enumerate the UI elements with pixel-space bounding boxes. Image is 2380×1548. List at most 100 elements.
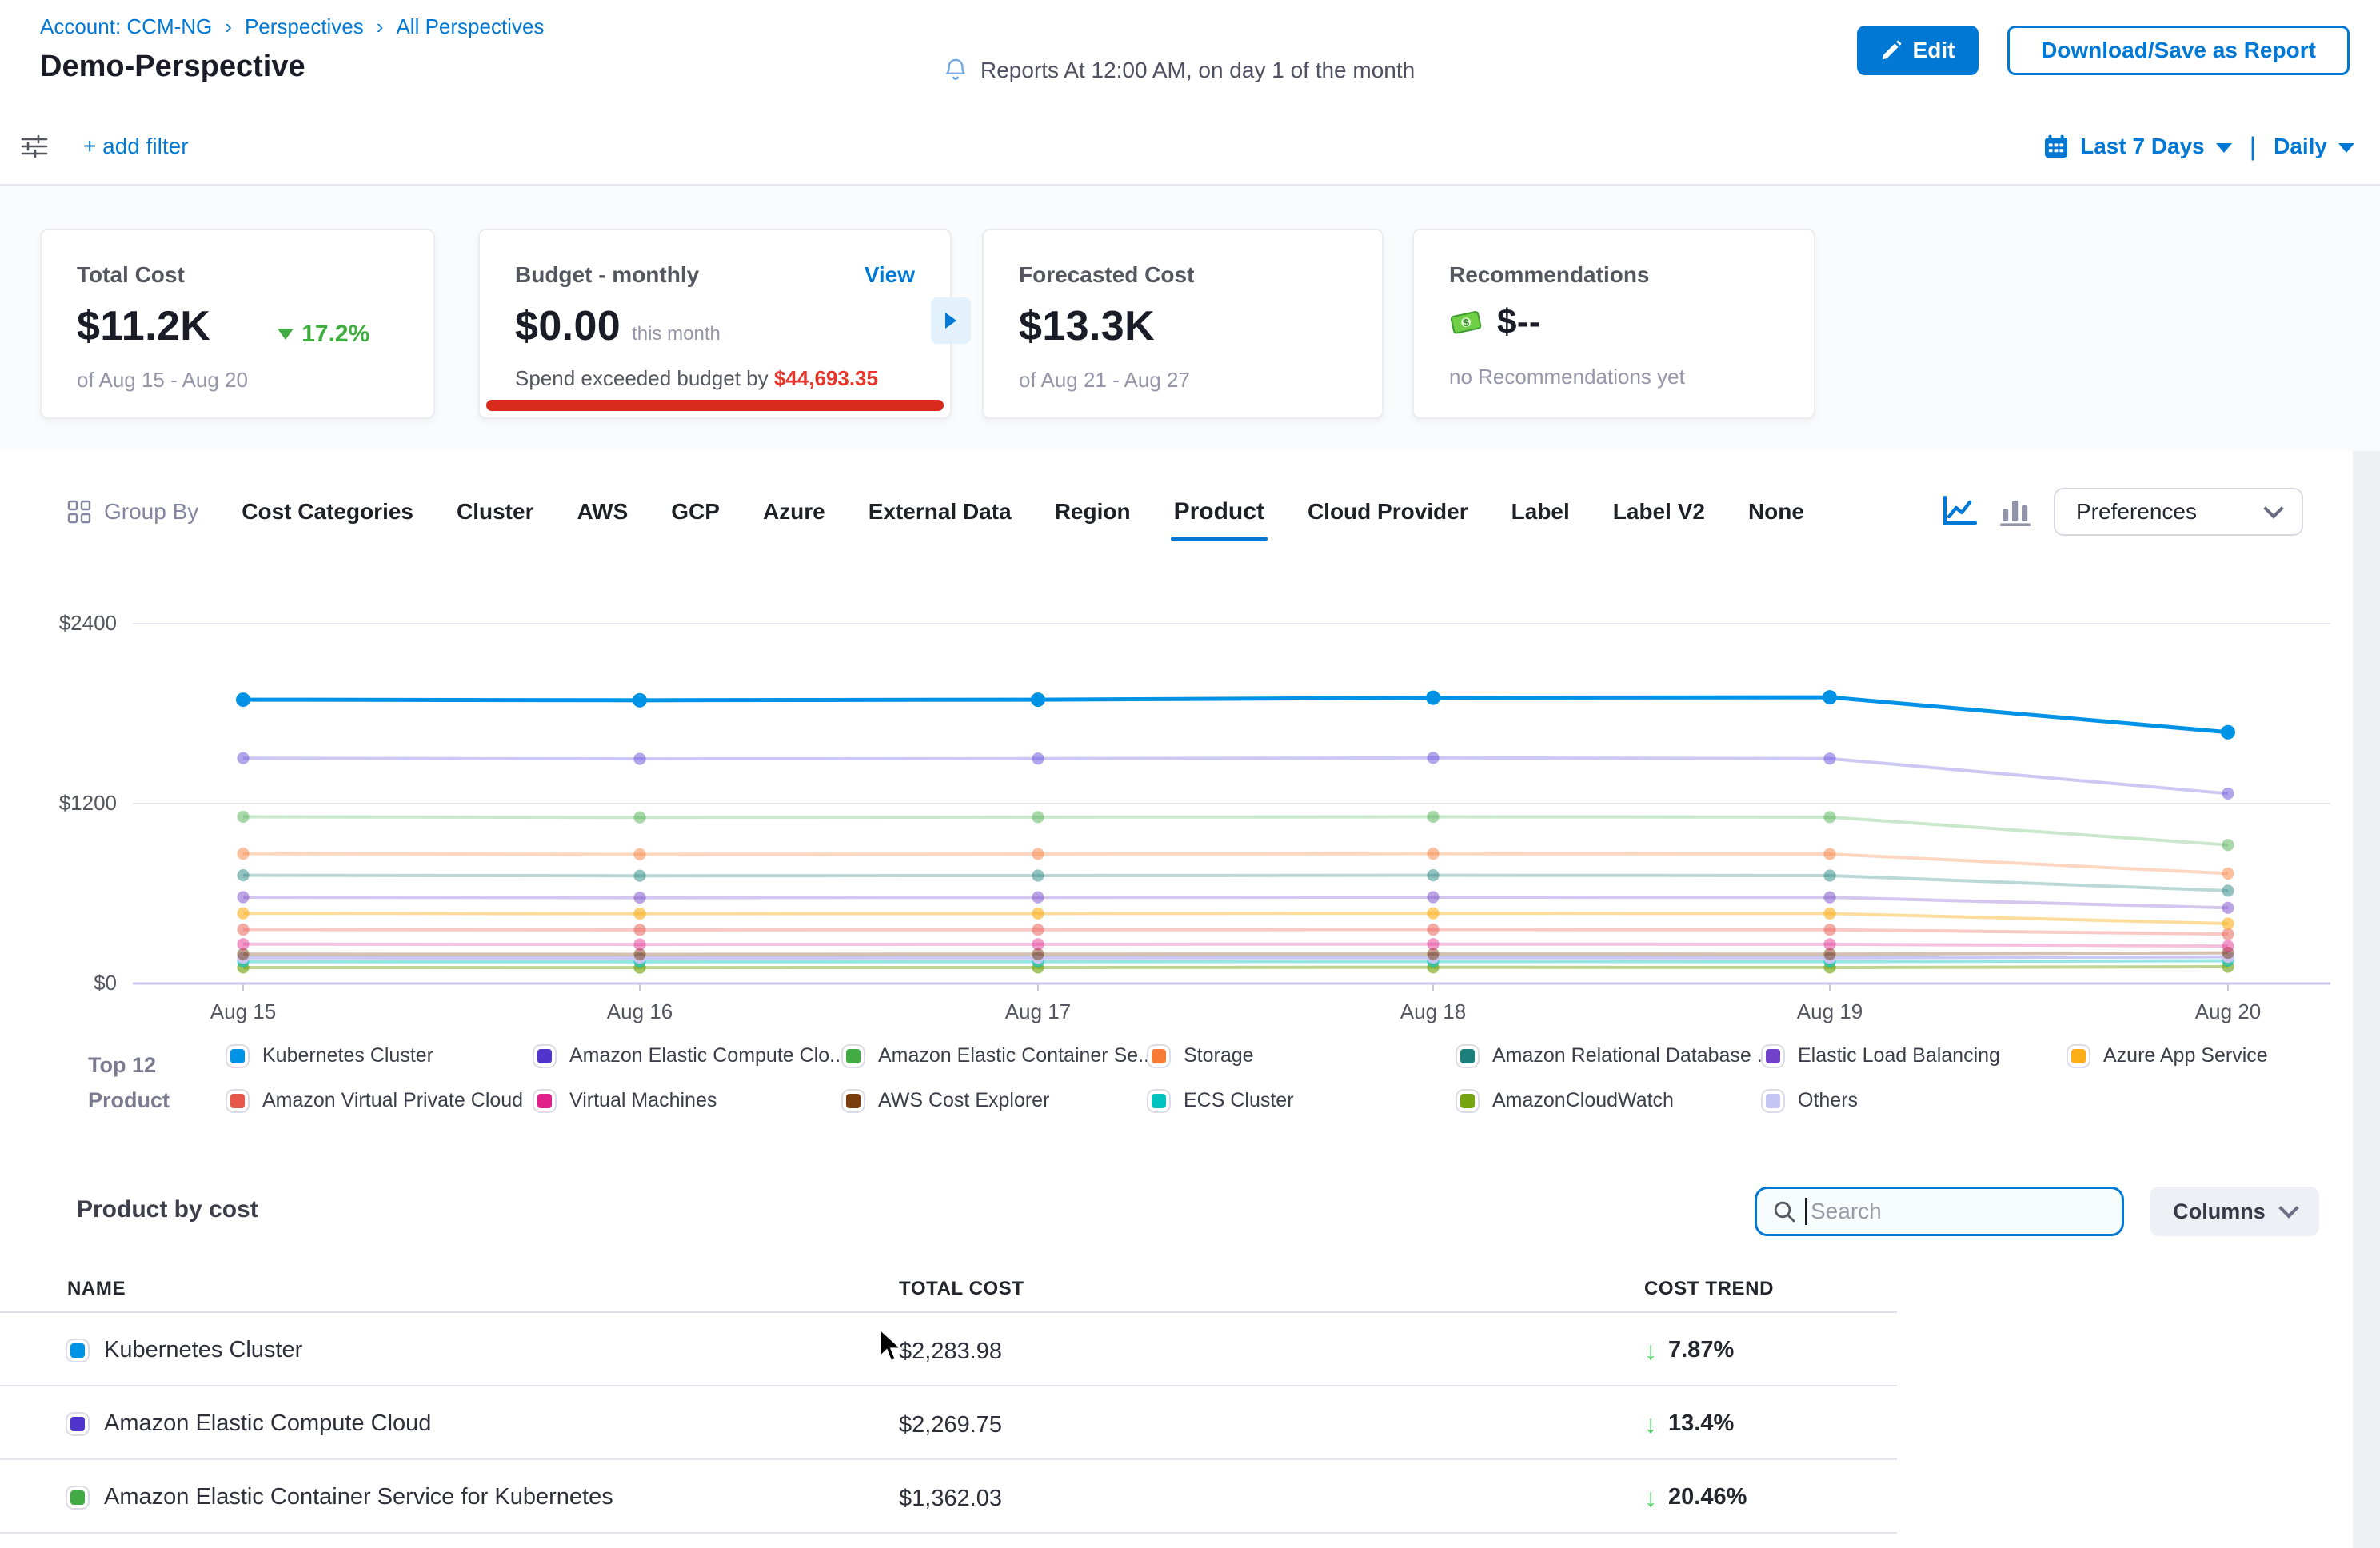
legend-label: Azure App Service <box>2103 1044 2268 1067</box>
columns-label: Columns <box>2173 1199 2266 1224</box>
legend-item[interactable]: Elastic Load Balancing <box>1763 1044 2000 1067</box>
column-header-total-cost[interactable]: TOTAL COST <box>899 1278 1024 1300</box>
chart-point <box>2222 928 2234 940</box>
table-row[interactable]: Kubernetes Cluster$2,283.98↓7.87% <box>0 1313 1897 1386</box>
scrollbar-gutter <box>2353 451 2380 1548</box>
table-row[interactable]: Amazon Elastic Compute Cloud$2,269.75↓13… <box>0 1386 1897 1460</box>
chart-point <box>633 892 645 904</box>
budget-progress-bar <box>486 400 944 411</box>
legend-item[interactable]: AWS Cost Explorer <box>843 1089 1049 1112</box>
group-by-tab-external-data[interactable]: External Data <box>869 499 1012 525</box>
chart-point <box>1032 811 1044 823</box>
edit-button[interactable]: Edit <box>1857 26 1979 75</box>
chart-line-ecs-cluster <box>243 961 2228 962</box>
chart-point <box>2221 725 2235 740</box>
legend-heading-line2: Product <box>88 1083 170 1118</box>
chevron-down-icon <box>2278 1198 2298 1218</box>
budget-exceeded-text: Spend exceeded budget by $44,693.35 <box>515 366 915 391</box>
legend-label: Amazon Elastic Container Se... <box>878 1044 1155 1067</box>
chart-point <box>1032 892 1044 904</box>
group-by-tab-cloud-provider[interactable]: Cloud Provider <box>1308 499 1468 525</box>
chart-legend: Top 12 Product Kubernetes ClusterAmazon … <box>0 1039 2351 1135</box>
cost-trend-line-chart[interactable]: $2400$1200$0Aug 15Aug 16Aug 17Aug 18Aug … <box>0 560 2351 1039</box>
chart-point <box>1032 924 1044 936</box>
row-color-chip <box>67 1340 88 1361</box>
preferences-dropdown[interactable]: Preferences <box>2054 488 2303 536</box>
group-by-tab-label[interactable]: Label <box>1511 499 1570 525</box>
legend-label: AWS Cost Explorer <box>878 1089 1049 1112</box>
column-header-cost-trend[interactable]: COST TREND <box>1644 1278 1774 1300</box>
cost-trend-chip: 17.2% <box>278 321 369 348</box>
chart-point <box>1823 938 1835 950</box>
group-by-tab-region[interactable]: Region <box>1055 499 1131 525</box>
search-input[interactable]: Search <box>1755 1187 2124 1236</box>
filter-sliders-icon[interactable] <box>21 134 48 158</box>
group-by-tab-cost-categories[interactable]: Cost Categories <box>242 499 413 525</box>
table-row[interactable]: Amazon Elastic Container Service for Kub… <box>0 1460 1897 1534</box>
chart-point <box>633 908 645 920</box>
legend-color-chip <box>2068 1046 2089 1067</box>
legend-color-chip <box>1148 1091 1169 1111</box>
chart-point <box>2222 868 2234 880</box>
legend-item[interactable]: Others <box>1763 1089 1858 1112</box>
expand-budget-button[interactable] <box>931 297 971 344</box>
card-title: Total Cost <box>77 262 398 288</box>
breadcrumb-item[interactable]: Perspectives <box>245 14 364 39</box>
legend-item[interactable]: ECS Cluster <box>1148 1089 1294 1112</box>
group-by-label: Group By <box>67 499 198 525</box>
download-save-report-button[interactable]: Download/Save as Report <box>2007 26 2350 75</box>
chart-point <box>1032 848 1044 860</box>
filter-bar: + add filter Last 7 Days | Daily <box>0 109 2380 186</box>
legend-color-chip <box>534 1046 555 1067</box>
granularity-selector[interactable]: Daily <box>2274 134 2327 159</box>
chart-point <box>633 812 645 824</box>
view-budget-link[interactable]: View <box>865 262 915 288</box>
legend-label: ECS Cluster <box>1184 1089 1294 1112</box>
card-period: of Aug 15 - Aug 20 <box>77 368 398 393</box>
breadcrumb-item[interactable]: All Perspectives <box>396 14 544 39</box>
legend-item[interactable]: Storage <box>1148 1044 1254 1067</box>
group-by-tab-product[interactable]: Product <box>1174 498 1264 525</box>
row-name: Amazon Elastic Container Service for Kub… <box>67 1484 613 1510</box>
group-by-tab-aws[interactable]: AWS <box>577 499 628 525</box>
group-by-tabs: Cost Categories Cluster AWS GCP Azure Externa… <box>242 498 1804 525</box>
forecasted-cost-card: Forecasted Cost $13.3K of Aug 21 - Aug 2… <box>982 229 1384 419</box>
row-product-name: Kubernetes Cluster <box>104 1337 302 1363</box>
text-caret <box>1805 1198 1807 1225</box>
line-chart-icon[interactable] <box>1942 496 1977 528</box>
breadcrumb-item[interactable]: Account: CCM-NG <box>40 14 212 39</box>
legend-color-chip <box>1457 1046 1478 1067</box>
chart-point <box>1427 891 1439 903</box>
legend-item[interactable]: AmazonCloudWatch <box>1457 1089 1674 1112</box>
add-filter-button[interactable]: + add filter <box>83 134 189 159</box>
group-by-tab-azure[interactable]: Azure <box>763 499 825 525</box>
time-range-selector[interactable]: Last 7 Days <box>2080 134 2205 159</box>
budget-value: $0.00 <box>515 302 621 350</box>
columns-dropdown[interactable]: Columns <box>2150 1187 2319 1236</box>
table-heading: Product by cost <box>77 1196 258 1223</box>
download-button-label: Download/Save as Report <box>2041 38 2316 63</box>
legend-item[interactable]: Kubernetes Cluster <box>227 1044 433 1067</box>
y-axis-label: $2400 <box>59 611 117 635</box>
group-by-tab-none[interactable]: None <box>1748 499 1804 525</box>
legend-item[interactable]: Amazon Relational Database ... <box>1457 1044 1774 1067</box>
bar-chart-icon[interactable] <box>1999 496 2031 528</box>
legend-item[interactable]: Amazon Elastic Container Se... <box>843 1044 1155 1067</box>
breadcrumb-separator: › <box>377 14 384 39</box>
chart-line-amazon-elastic-compute-cloud <box>243 758 2228 794</box>
card-subtitle: no Recommendations yet <box>1449 365 1779 389</box>
legend-item[interactable]: Azure App Service <box>2068 1044 2268 1067</box>
group-by-tab-label-v2[interactable]: Label V2 <box>1613 499 1705 525</box>
triangle-down-icon <box>278 329 294 340</box>
budget-value-suffix: this month <box>632 323 721 345</box>
legend-color-chip <box>843 1091 864 1111</box>
group-by-tab-gcp[interactable]: GCP <box>671 499 720 525</box>
chart-point <box>1032 938 1044 950</box>
column-header-name[interactable]: NAME <box>67 1278 126 1300</box>
legend-label: AmazonCloudWatch <box>1492 1089 1674 1112</box>
legend-item[interactable]: Amazon Virtual Private Cloud <box>227 1089 523 1112</box>
group-by-tab-cluster[interactable]: Cluster <box>457 499 533 525</box>
legend-item[interactable]: Amazon Elastic Compute Clo... <box>534 1044 846 1067</box>
chart-point <box>1823 848 1835 860</box>
legend-item[interactable]: Virtual Machines <box>534 1089 717 1112</box>
